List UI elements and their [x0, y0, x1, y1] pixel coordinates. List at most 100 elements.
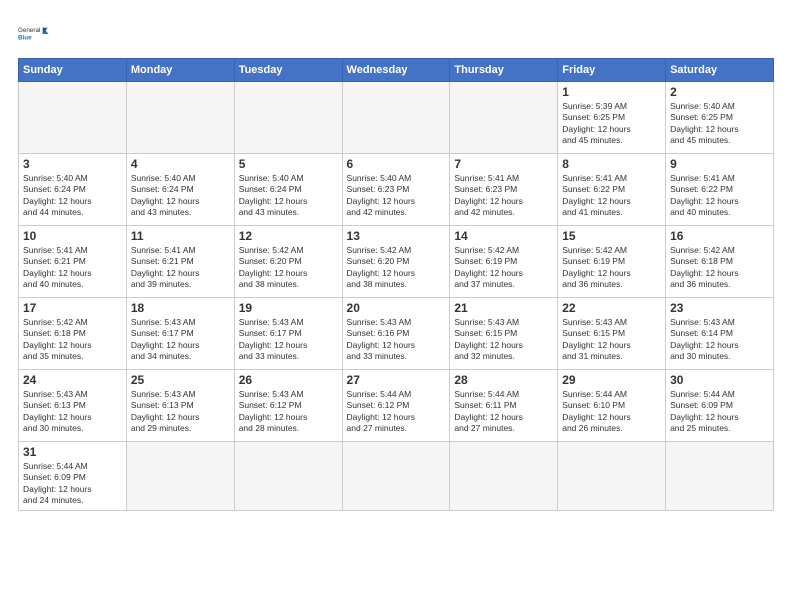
header: GeneralBlue [18, 16, 774, 52]
calendar-week-row: 10 Sunrise: 5:41 AM Sunset: 6:21 PM Dayli… [19, 226, 774, 298]
calendar-cell: 27 Sunrise: 5:44 AM Sunset: 6:12 PM Dayli… [342, 370, 450, 442]
day-number: 3 [23, 157, 122, 171]
calendar-cell: 10 Sunrise: 5:41 AM Sunset: 6:21 PM Dayli… [19, 226, 127, 298]
day-info: Sunrise: 5:40 AM Sunset: 6:24 PM Dayligh… [239, 173, 338, 219]
day-number: 9 [670, 157, 769, 171]
calendar-header-wednesday: Wednesday [342, 59, 450, 82]
day-number: 15 [562, 229, 661, 243]
day-info: Sunrise: 5:41 AM Sunset: 6:22 PM Dayligh… [562, 173, 661, 219]
day-info: Sunrise: 5:40 AM Sunset: 6:25 PM Dayligh… [670, 101, 769, 147]
calendar-cell [234, 442, 342, 511]
day-number: 21 [454, 301, 553, 315]
calendar-cell: 7 Sunrise: 5:41 AM Sunset: 6:23 PM Daylig… [450, 154, 558, 226]
day-info: Sunrise: 5:42 AM Sunset: 6:19 PM Dayligh… [454, 245, 553, 291]
day-number: 5 [239, 157, 338, 171]
day-info: Sunrise: 5:43 AM Sunset: 6:12 PM Dayligh… [239, 389, 338, 435]
day-number: 16 [670, 229, 769, 243]
calendar-week-row: 17 Sunrise: 5:42 AM Sunset: 6:18 PM Dayli… [19, 298, 774, 370]
day-number: 10 [23, 229, 122, 243]
day-info: Sunrise: 5:43 AM Sunset: 6:15 PM Dayligh… [562, 317, 661, 363]
day-number: 25 [131, 373, 230, 387]
calendar-cell: 8 Sunrise: 5:41 AM Sunset: 6:22 PM Daylig… [558, 154, 666, 226]
day-number: 20 [347, 301, 446, 315]
calendar-cell [666, 442, 774, 511]
calendar-header-row: SundayMondayTuesdayWednesdayThursdayFrid… [19, 59, 774, 82]
svg-text:Blue: Blue [18, 34, 32, 41]
day-number: 24 [23, 373, 122, 387]
day-info: Sunrise: 5:42 AM Sunset: 6:18 PM Dayligh… [23, 317, 122, 363]
calendar-cell [450, 442, 558, 511]
calendar-header-monday: Monday [126, 59, 234, 82]
day-info: Sunrise: 5:44 AM Sunset: 6:11 PM Dayligh… [454, 389, 553, 435]
calendar-cell [126, 82, 234, 154]
calendar-cell: 17 Sunrise: 5:42 AM Sunset: 6:18 PM Dayli… [19, 298, 127, 370]
generalblue-logo-icon: GeneralBlue [18, 16, 54, 52]
calendar-cell: 1 Sunrise: 5:39 AM Sunset: 6:25 PM Daylig… [558, 82, 666, 154]
day-number: 13 [347, 229, 446, 243]
day-info: Sunrise: 5:41 AM Sunset: 6:21 PM Dayligh… [23, 245, 122, 291]
calendar-cell: 28 Sunrise: 5:44 AM Sunset: 6:11 PM Dayli… [450, 370, 558, 442]
day-number: 31 [23, 445, 122, 459]
page: GeneralBlue SundayMondayTuesdayWednesday… [0, 0, 792, 521]
calendar-cell: 24Sunrise: 5:43 AM Sunset: 6:13 PM Dayli… [19, 370, 127, 442]
day-number: 6 [347, 157, 446, 171]
calendar-cell: 16 Sunrise: 5:42 AM Sunset: 6:18 PM Dayli… [666, 226, 774, 298]
calendar-cell: 4 Sunrise: 5:40 AM Sunset: 6:24 PM Daylig… [126, 154, 234, 226]
day-number: 11 [131, 229, 230, 243]
day-info: Sunrise: 5:43 AM Sunset: 6:17 PM Dayligh… [131, 317, 230, 363]
calendar-cell: 5 Sunrise: 5:40 AM Sunset: 6:24 PM Daylig… [234, 154, 342, 226]
day-number: 14 [454, 229, 553, 243]
day-info: Sunrise: 5:42 AM Sunset: 6:18 PM Dayligh… [670, 245, 769, 291]
day-number: 17 [23, 301, 122, 315]
day-number: 23 [670, 301, 769, 315]
calendar-cell: 11Sunrise: 5:41 AM Sunset: 6:21 PM Dayli… [126, 226, 234, 298]
day-number: 1 [562, 85, 661, 99]
day-info: Sunrise: 5:42 AM Sunset: 6:19 PM Dayligh… [562, 245, 661, 291]
calendar-week-row: 3 Sunrise: 5:40 AM Sunset: 6:24 PM Daylig… [19, 154, 774, 226]
calendar-week-row: 1 Sunrise: 5:39 AM Sunset: 6:25 PM Daylig… [19, 82, 774, 154]
day-number: 12 [239, 229, 338, 243]
day-info: Sunrise: 5:40 AM Sunset: 6:23 PM Dayligh… [347, 173, 446, 219]
calendar-cell [342, 442, 450, 511]
calendar-cell: 12Sunrise: 5:42 AM Sunset: 6:20 PM Dayli… [234, 226, 342, 298]
calendar-cell: 31 Sunrise: 5:44 AM Sunset: 6:09 PM Dayli… [19, 442, 127, 511]
calendar-cell: 2Sunrise: 5:40 AM Sunset: 6:25 PM Daylig… [666, 82, 774, 154]
calendar-cell: 21 Sunrise: 5:43 AM Sunset: 6:15 PM Dayli… [450, 298, 558, 370]
calendar-header-thursday: Thursday [450, 59, 558, 82]
day-info: Sunrise: 5:44 AM Sunset: 6:09 PM Dayligh… [670, 389, 769, 435]
calendar-cell: 14 Sunrise: 5:42 AM Sunset: 6:19 PM Dayli… [450, 226, 558, 298]
calendar-cell: 20Sunrise: 5:43 AM Sunset: 6:16 PM Dayli… [342, 298, 450, 370]
calendar-cell: 13Sunrise: 5:42 AM Sunset: 6:20 PM Dayli… [342, 226, 450, 298]
calendar-week-row: 24Sunrise: 5:43 AM Sunset: 6:13 PM Dayli… [19, 370, 774, 442]
day-number: 29 [562, 373, 661, 387]
calendar-header-friday: Friday [558, 59, 666, 82]
calendar-header-tuesday: Tuesday [234, 59, 342, 82]
day-number: 19 [239, 301, 338, 315]
calendar-cell: 25Sunrise: 5:43 AM Sunset: 6:13 PM Dayli… [126, 370, 234, 442]
day-number: 30 [670, 373, 769, 387]
calendar-cell [558, 442, 666, 511]
day-info: Sunrise: 5:40 AM Sunset: 6:24 PM Dayligh… [23, 173, 122, 219]
day-info: Sunrise: 5:43 AM Sunset: 6:15 PM Dayligh… [454, 317, 553, 363]
calendar-cell: 3 Sunrise: 5:40 AM Sunset: 6:24 PM Daylig… [19, 154, 127, 226]
day-info: Sunrise: 5:40 AM Sunset: 6:24 PM Dayligh… [131, 173, 230, 219]
calendar-header-sunday: Sunday [19, 59, 127, 82]
day-info: Sunrise: 5:41 AM Sunset: 6:23 PM Dayligh… [454, 173, 553, 219]
day-info: Sunrise: 5:43 AM Sunset: 6:17 PM Dayligh… [239, 317, 338, 363]
day-number: 18 [131, 301, 230, 315]
calendar-cell: 6 Sunrise: 5:40 AM Sunset: 6:23 PM Daylig… [342, 154, 450, 226]
day-number: 27 [347, 373, 446, 387]
day-info: Sunrise: 5:44 AM Sunset: 6:09 PM Dayligh… [23, 461, 122, 507]
calendar-cell: 26 Sunrise: 5:43 AM Sunset: 6:12 PM Dayli… [234, 370, 342, 442]
day-number: 28 [454, 373, 553, 387]
day-info: Sunrise: 5:39 AM Sunset: 6:25 PM Dayligh… [562, 101, 661, 147]
calendar-table: SundayMondayTuesdayWednesdayThursdayFrid… [18, 58, 774, 511]
day-info: Sunrise: 5:44 AM Sunset: 6:12 PM Dayligh… [347, 389, 446, 435]
day-number: 26 [239, 373, 338, 387]
day-number: 4 [131, 157, 230, 171]
day-number: 8 [562, 157, 661, 171]
day-number: 7 [454, 157, 553, 171]
calendar-cell [450, 82, 558, 154]
calendar-week-row: 31 Sunrise: 5:44 AM Sunset: 6:09 PM Dayli… [19, 442, 774, 511]
calendar-cell [126, 442, 234, 511]
